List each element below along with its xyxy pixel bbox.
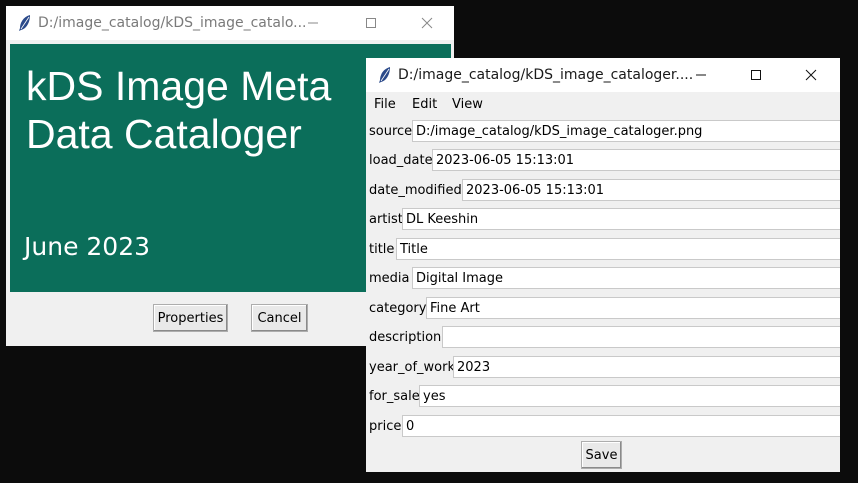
menu-view[interactable]: View <box>452 97 483 112</box>
banner-title: kDS Image Meta Data Cataloger <box>26 63 332 157</box>
field-label: source <box>369 124 413 139</box>
field-label: category <box>369 301 427 316</box>
field-label: title <box>369 242 395 257</box>
title-bar[interactable]: D:/image_catalog/kDS_image_cataloger.... <box>366 58 840 92</box>
price-field[interactable]: 0 <box>402 415 840 437</box>
save-button[interactable]: Save <box>581 441 622 469</box>
source-field[interactable]: D:/image_catalog/kDS_image_cataloger.png <box>412 120 840 142</box>
properties-window: D:/image_catalog/kDS_image_cataloger....… <box>366 58 840 472</box>
for-sale-field[interactable]: yes <box>419 385 840 407</box>
field-row-date-modified: date_modified 2023-06-05 15:13:01 <box>366 176 840 204</box>
field-label: load_date <box>369 153 433 168</box>
field-row-media: media Digital Image <box>366 264 840 292</box>
field-label: media <box>369 271 410 286</box>
window-title: D:/image_catalog/kDS_image_catalo... <box>38 15 307 31</box>
minimize-icon[interactable] <box>686 64 716 86</box>
field-label: date_modified <box>369 183 462 198</box>
field-row-year-of-work: year_of_work 2023 <box>366 353 840 381</box>
window-title: D:/image_catalog/kDS_image_cataloger.... <box>398 67 694 83</box>
close-icon[interactable] <box>796 64 826 86</box>
title-field[interactable]: Title <box>396 238 840 260</box>
field-row-load-date: load_date 2023-06-05 15:13:01 <box>366 146 840 174</box>
year-of-work-field[interactable]: 2023 <box>453 356 840 378</box>
properties-button[interactable]: Properties <box>153 304 228 332</box>
field-row-title: title Title <box>366 235 840 263</box>
field-row-description: description <box>366 323 840 351</box>
category-field[interactable]: Fine Art <box>426 297 840 319</box>
minimize-icon[interactable] <box>298 12 328 34</box>
field-row-artist: artist DL Keeshin <box>366 205 840 233</box>
field-row-price: price 0 <box>366 412 840 440</box>
date-modified-field[interactable]: 2023-06-05 15:13:01 <box>462 179 840 201</box>
feather-icon <box>378 66 392 84</box>
media-field[interactable]: Digital Image <box>412 267 840 289</box>
load-date-field[interactable]: 2023-06-05 15:13:01 <box>432 149 840 171</box>
field-label: price <box>369 419 402 434</box>
artist-field[interactable]: DL Keeshin <box>402 208 840 230</box>
field-row-for-sale: for_sale yes <box>366 382 840 410</box>
maximize-icon[interactable] <box>741 64 771 86</box>
title-bar[interactable]: D:/image_catalog/kDS_image_catalo... <box>6 6 454 40</box>
banner-date: June 2023 <box>24 232 151 261</box>
cancel-button[interactable]: Cancel <box>251 304 308 332</box>
feather-icon <box>18 14 32 32</box>
field-label: description <box>369 330 442 345</box>
field-label: for_sale <box>369 389 420 404</box>
menu-bar: File Edit View <box>366 92 840 116</box>
maximize-icon[interactable] <box>356 12 386 34</box>
field-row-category: category Fine Art <box>366 294 840 322</box>
field-label: artist <box>369 212 403 227</box>
menu-file[interactable]: File <box>374 97 396 112</box>
close-icon[interactable] <box>412 12 442 34</box>
description-field[interactable] <box>442 326 840 348</box>
field-label: year_of_work <box>369 360 455 375</box>
menu-edit[interactable]: Edit <box>412 97 437 112</box>
field-row-source: source D:/image_catalog/kDS_image_catalo… <box>366 117 840 145</box>
